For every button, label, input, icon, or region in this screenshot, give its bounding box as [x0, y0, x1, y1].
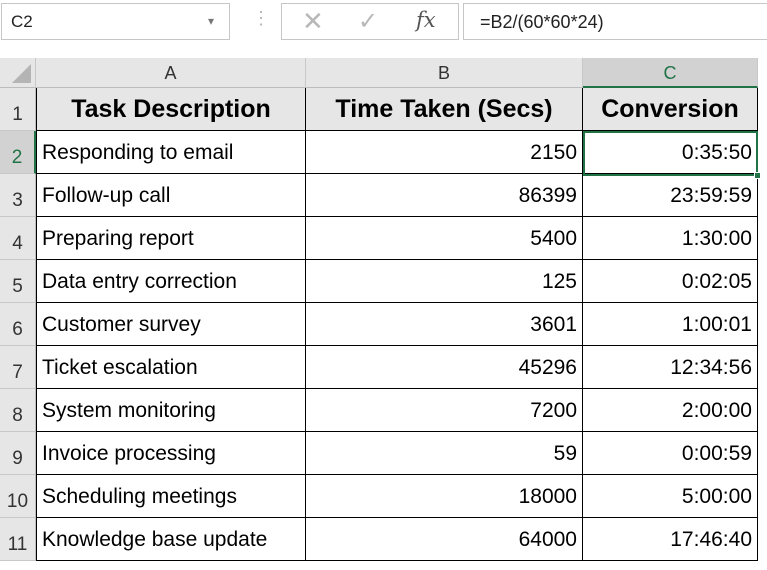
table-header-cell[interactable]: Time Taken (Secs)	[306, 88, 583, 131]
row-header-2[interactable]: 2	[0, 131, 36, 174]
row-header-1[interactable]: 1	[0, 88, 36, 131]
table-cell[interactable]: 59	[306, 432, 583, 475]
select-all-button[interactable]	[0, 58, 36, 88]
column-header-c[interactable]: C	[583, 58, 758, 88]
table-cell[interactable]: 0:00:59	[583, 432, 758, 475]
fill-handle[interactable]	[754, 172, 761, 179]
table-cell[interactable]: System monitoring	[36, 389, 306, 432]
table-cell[interactable]: 18000	[306, 475, 583, 518]
cancel-icon[interactable]: ✕	[302, 6, 324, 37]
table-cell[interactable]: Follow-up call	[36, 174, 306, 217]
table-cell[interactable]: 1:30:00	[583, 217, 758, 260]
row-header-3[interactable]: 3	[0, 174, 36, 217]
row-header-7[interactable]: 7	[0, 346, 36, 389]
name-box-value: C2	[11, 12, 33, 31]
table-cell[interactable]: 7200	[306, 389, 583, 432]
column-header-b[interactable]: B	[306, 58, 583, 88]
select-all-icon	[12, 64, 31, 83]
table-cell[interactable]: 86399	[306, 174, 583, 217]
table-cell[interactable]: Customer survey	[36, 303, 306, 346]
row-header-6[interactable]: 6	[0, 303, 36, 346]
row-header-9[interactable]: 9	[0, 432, 36, 475]
name-box[interactable]: C2 ▾	[1, 3, 230, 40]
enter-icon[interactable]: ✓	[358, 7, 378, 36]
formula-bar: C2 ▾ ⋮ ✕ ✓ fx =B2/(60*60*24)	[0, 0, 767, 46]
table-cell[interactable]: 2:00:00	[583, 389, 758, 432]
formula-text: =B2/(60*60*24)	[480, 12, 604, 32]
chevron-down-icon[interactable]: ▾	[208, 14, 214, 28]
row-header-10[interactable]: 10	[0, 475, 36, 518]
table-cell[interactable]: 17:46:40	[583, 518, 758, 561]
row-header-4[interactable]: 4	[0, 217, 36, 260]
table-cell[interactable]: Responding to email	[36, 131, 306, 174]
table-header-cell[interactable]: Task Description	[36, 88, 306, 131]
table-cell[interactable]: Ticket escalation	[36, 346, 306, 389]
row-header-11[interactable]: 11	[0, 518, 36, 561]
table-cell[interactable]: Data entry correction	[36, 260, 306, 303]
table-cell[interactable]: 3601	[306, 303, 583, 346]
table-cell[interactable]: Invoice processing	[36, 432, 306, 475]
table-cell[interactable]: 12:34:56	[583, 346, 758, 389]
table-cell[interactable]: Preparing report	[36, 217, 306, 260]
formula-buttons: ✕ ✓ fx	[281, 3, 459, 40]
table-cell[interactable]: 1:00:01	[583, 303, 758, 346]
table-cell[interactable]: 64000	[306, 518, 583, 561]
table-cell[interactable]: 5400	[306, 217, 583, 260]
table-header-cell[interactable]: Conversion	[583, 88, 758, 131]
table-cell[interactable]: 5:00:00	[583, 475, 758, 518]
table-cell[interactable]: 2150	[306, 131, 583, 174]
grip-icon[interactable]: ⋮	[252, 8, 270, 29]
table-cell[interactable]: 45296	[306, 346, 583, 389]
row-header-5[interactable]: 5	[0, 260, 36, 303]
table-cell[interactable]: 23:59:59	[583, 174, 758, 217]
table-cell[interactable]: 0:02:05	[583, 260, 758, 303]
table-cell[interactable]: Knowledge base update	[36, 518, 306, 561]
row-header-8[interactable]: 8	[0, 389, 36, 432]
table-cell[interactable]: Scheduling meetings	[36, 475, 306, 518]
column-header-a[interactable]: A	[36, 58, 306, 88]
table-cell[interactable]: 0:35:50	[583, 131, 758, 174]
insert-function-icon[interactable]: fx	[416, 8, 436, 32]
table-cell[interactable]: 125	[306, 260, 583, 303]
formula-input[interactable]: =B2/(60*60*24)	[463, 3, 767, 40]
